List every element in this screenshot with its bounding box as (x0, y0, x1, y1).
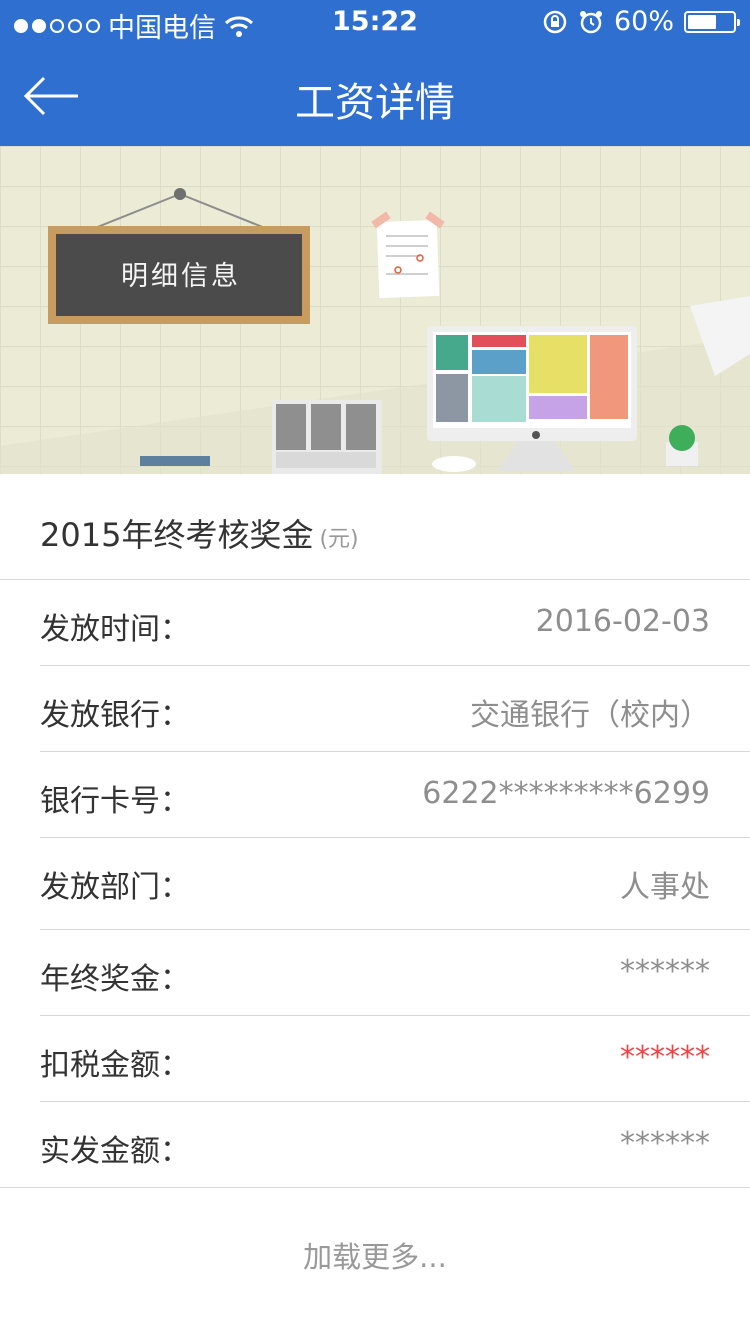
status-bar: 中国电信 15:22 60% (0, 0, 750, 44)
detail-label: 年终奖金： (40, 962, 190, 997)
detail-row-card-number: 银行卡号： 6222*********6299 (40, 752, 750, 838)
detail-row-bank: 发放银行： 交通银行（校内） (40, 666, 750, 752)
page-title: 工资详情 (295, 80, 455, 126)
section-title-text: 2015年终考核奖金 (40, 516, 314, 554)
detail-row-net-pay: 实发金额： ****** (0, 1102, 750, 1188)
section-header: 2015年终考核奖金 (元) (0, 474, 750, 580)
status-right: 60% (542, 6, 740, 37)
battery-percent: 60% (613, 6, 674, 37)
alarm-icon (579, 10, 602, 33)
detail-label: 扣税金额： (40, 1048, 190, 1083)
detail-label: 实发金额： (40, 1134, 190, 1169)
detail-row-tax: 扣税金额： ****** (40, 1016, 750, 1102)
detail-label: 发放时间： (40, 612, 190, 647)
rotation-lock-icon (543, 10, 567, 33)
detail-value: ****** (620, 954, 710, 989)
detail-label: 发放银行： (40, 698, 190, 733)
chalkboard-text: 明细信息 (121, 261, 241, 292)
detail-row-department: 发放部门： 人事处 (40, 838, 750, 930)
banner-illustration: 明细信息 (0, 146, 750, 474)
detail-label: 发放部门： (40, 870, 190, 905)
app-header: 中国电信 15:22 60% 工资详情 (0, 0, 750, 146)
section-title: 2015年终考核奖金 (元) (40, 510, 359, 556)
battery-icon (684, 10, 740, 33)
detail-value: 2016-02-03 (535, 604, 710, 639)
detail-value: ****** (620, 1126, 710, 1161)
detail-value: 交通银行（校内） (470, 698, 710, 733)
detail-row-bonus: 年终奖金： ****** (40, 930, 750, 1016)
detail-row-date: 发放时间： 2016-02-03 (40, 580, 750, 666)
unit-label: (元) (319, 527, 359, 552)
detail-value: 6222*********6299 (422, 776, 710, 811)
nav-bar: 工资详情 (0, 44, 750, 146)
load-more-button[interactable]: 加载更多... (0, 1234, 750, 1276)
detail-value: 人事处 (620, 870, 710, 905)
detail-label: 银行卡号： (40, 784, 190, 819)
office-illustration: 明细信息 (0, 146, 750, 474)
detail-value: ****** (620, 1040, 710, 1075)
